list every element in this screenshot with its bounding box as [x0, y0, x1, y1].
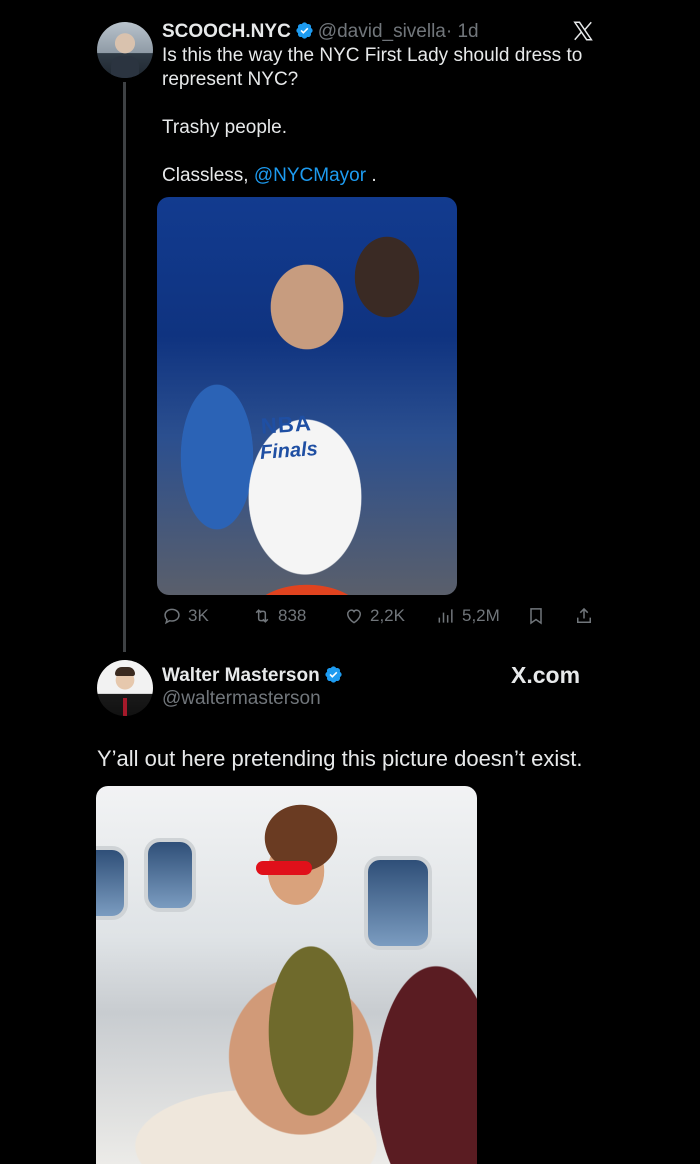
shirt-print-text: Finals — [259, 438, 319, 464]
reply-author-handle[interactable]: @waltermasterson — [162, 687, 321, 711]
tweet-text-fragment: . — [366, 165, 377, 186]
reply-icon — [164, 608, 180, 625]
tweet-photo[interactable]: NBA Finals — [157, 197, 457, 595]
reply-text: Y’all out here pretending this picture d… — [97, 746, 583, 771]
share-button[interactable] — [574, 606, 594, 626]
airplane-window — [364, 856, 432, 950]
reply-author-name[interactable]: Walter Masterson — [162, 665, 320, 686]
avatar[interactable] — [97, 22, 153, 78]
like-count: 2,2K — [370, 606, 405, 625]
tweet-header: SCOOCH.NYC @david_sivella· 1d — [162, 20, 479, 44]
airplane-window — [96, 846, 128, 920]
reply-count: 3K — [188, 606, 209, 625]
site-watermark: X.com — [511, 662, 581, 688]
red-sunglasses — [256, 861, 312, 875]
author-handle[interactable]: @david_sivella — [318, 21, 446, 42]
tweet-text-fragment: Classless, — [162, 165, 254, 186]
shirt-print-text: NBA — [260, 410, 313, 439]
repost-icon — [255, 609, 269, 623]
bookmark-icon — [530, 608, 542, 625]
reply-photo[interactable] — [96, 786, 477, 1164]
like-button[interactable]: 2,2K — [344, 606, 405, 626]
tweet-text-line: Classless, @NYCMayor . — [162, 164, 602, 188]
views-icon — [438, 609, 453, 623]
mention-link[interactable]: @NYCMayor — [254, 165, 366, 186]
reply-author-row: Walter Masterson — [162, 664, 347, 688]
thread-connector-line — [123, 82, 126, 652]
views-count: 5,2M — [462, 606, 500, 625]
share-icon — [577, 607, 591, 623]
avatar[interactable] — [97, 660, 153, 716]
views-button[interactable]: 5,2M — [436, 606, 500, 626]
repost-button[interactable]: 838 — [252, 606, 306, 626]
bookmark-button[interactable] — [526, 606, 546, 626]
reply-button[interactable]: 3K — [162, 606, 209, 626]
tweet-actions: 3K 838 2,2K 5,2M — [162, 606, 602, 630]
repost-count: 838 — [278, 606, 307, 625]
verified-badge-icon — [296, 22, 313, 39]
tweet-time[interactable]: · 1d — [446, 21, 479, 42]
tweet-text-line: Trashy people. — [162, 117, 287, 138]
tweet-text-line: Is this the way the NYC First Lady shoul… — [162, 45, 583, 90]
verified-badge-icon — [325, 666, 342, 683]
like-icon — [346, 609, 362, 624]
airplane-window — [144, 838, 196, 912]
author-name[interactable]: SCOOCH.NYC — [162, 21, 291, 42]
x-logo-icon — [573, 21, 593, 41]
tweet-text: Is this the way the NYC First Lady shoul… — [162, 44, 602, 212]
